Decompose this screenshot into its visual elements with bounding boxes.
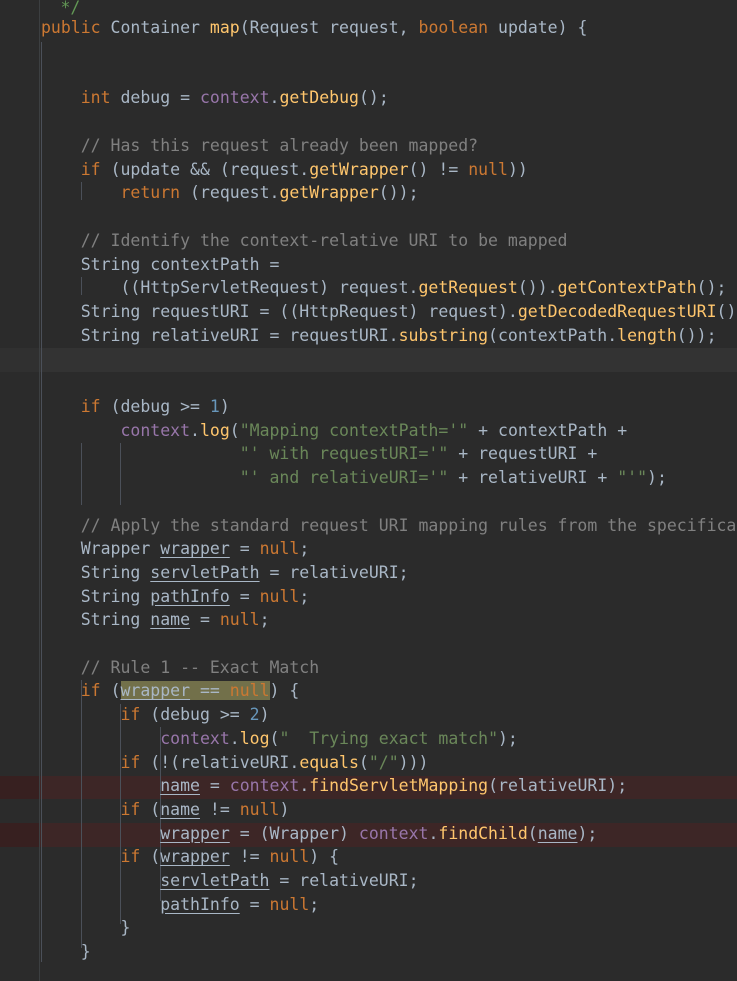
code-line[interactable]: wrapper = (Wrapper) context.findChild(na… xyxy=(41,822,597,846)
code-line[interactable]: "' and relativeURI='" + relativeURI + "'… xyxy=(41,466,667,490)
code-line[interactable]: // Identify the context-relative URI to … xyxy=(41,229,568,253)
code-line[interactable]: if (debug >= 1) xyxy=(41,395,230,419)
code-line[interactable]: String requestURI = ((HttpRequest) reque… xyxy=(41,300,737,324)
code-line[interactable]: if (wrapper == null) { xyxy=(41,679,299,703)
code-line[interactable]: String relativeURI = requestURI.substrin… xyxy=(41,324,717,348)
code-line[interactable]: if (debug >= 2) xyxy=(41,703,269,727)
code-line[interactable]: int debug = context.getDebug(); xyxy=(41,86,389,110)
code-editor[interactable]: */ public Container map(Request request,… xyxy=(0,0,737,981)
code-line[interactable]: return (request.getWrapper()); xyxy=(41,181,418,205)
code-line[interactable]: // Apply the standard request URI mappin… xyxy=(41,514,737,538)
code-line[interactable]: // Has this request already been mapped? xyxy=(41,134,478,158)
token-javadoc-end: */ xyxy=(60,0,81,17)
code-line[interactable]: String contextPath = xyxy=(41,253,280,277)
selection-highlight[interactable]: wrapper == null xyxy=(120,681,270,701)
code-line[interactable]: if (name != null) xyxy=(41,798,289,822)
code-line[interactable]: pathInfo = null; xyxy=(41,893,319,917)
code-line[interactable]: public Container map(Request request, bo… xyxy=(41,16,587,40)
code-line[interactable]: "' with requestURI='" + requestURI + xyxy=(41,442,598,466)
code-line[interactable]: context.log("Mapping contextPath='" + co… xyxy=(41,419,627,443)
code-line[interactable]: if (update && (request.getWrapper() != n… xyxy=(41,158,528,182)
code-line[interactable]: String servletPath = relativeURI; xyxy=(41,561,409,585)
code-line[interactable]: String pathInfo = null; xyxy=(41,585,310,609)
code-line[interactable]: ((HttpServletRequest) request.getRequest… xyxy=(41,276,726,300)
code-line[interactable]: if (wrapper != null) { xyxy=(41,845,339,869)
code-line[interactable]: String name = null; xyxy=(41,608,270,632)
code-line[interactable]: context.log(" Trying exact match"); xyxy=(41,727,518,751)
code-line[interactable]: } xyxy=(41,916,130,940)
code-line[interactable]: Wrapper wrapper = null; xyxy=(41,537,310,561)
code-line[interactable]: // Rule 1 -- Exact Match xyxy=(41,656,319,680)
code-content[interactable]: */ public Container map(Request request,… xyxy=(0,0,737,981)
code-line[interactable]: if (!(relativeURI.equals("/"))) xyxy=(41,751,428,775)
code-line[interactable]: } xyxy=(41,940,91,964)
code-line[interactable]: servletPath = relativeURI; xyxy=(41,869,418,893)
code-line[interactable]: name = context.findServletMapping(relati… xyxy=(41,774,627,798)
